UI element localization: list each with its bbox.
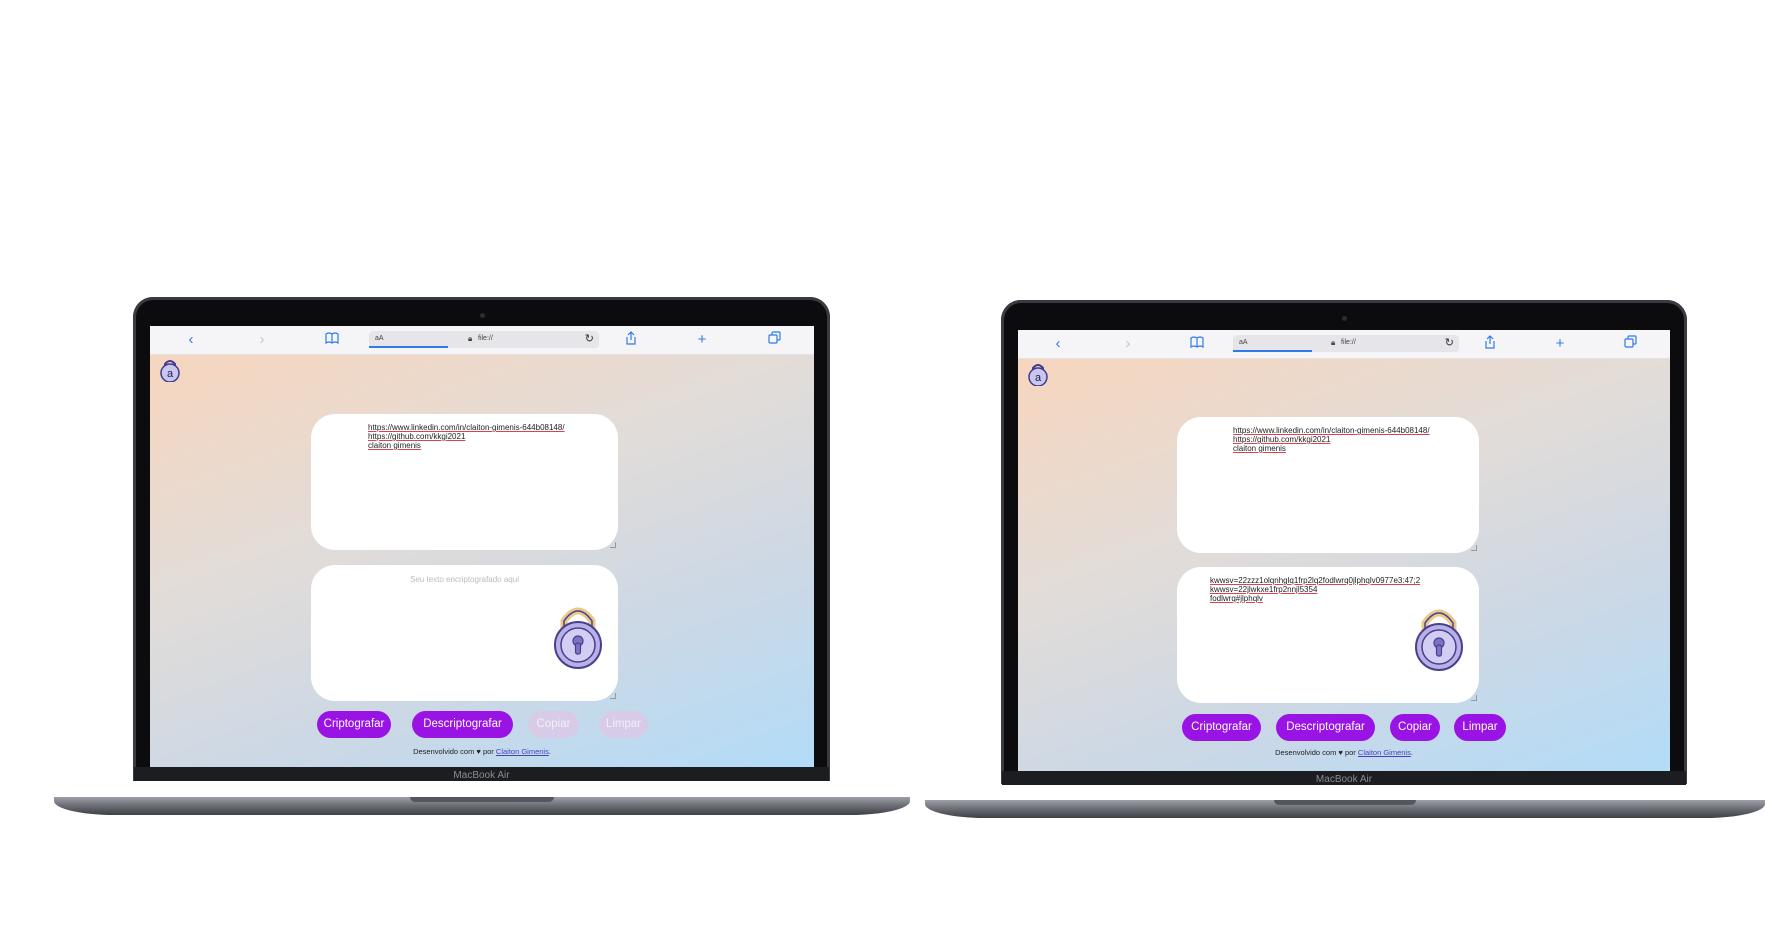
reader-aa-button[interactable]: aA: [375, 335, 384, 342]
logo-icon: a: [160, 360, 180, 382]
app-page: a https://www.linkedin.com/in/claiton-gi…: [150, 355, 814, 767]
laptop-screen: ‹ › aA 🔒︎ file:// ↻ + a https://www.link…: [150, 326, 814, 767]
input-text: https://www.linkedin.com/in/claiton-gime…: [368, 423, 565, 450]
encrypt-button[interactable]: Criptografar: [1182, 714, 1261, 741]
share-icon[interactable]: [1481, 335, 1499, 353]
laptop-notch: [410, 797, 554, 802]
footer-text: Desenvolvido com ♥ por: [1275, 748, 1356, 757]
padlock-icon: [1415, 609, 1463, 671]
svg-text:a: a: [167, 368, 174, 380]
tabs-icon[interactable]: [765, 331, 783, 349]
output-text: kwwsv=22zzz1olqnhglq1frp2lq2fodlwrq0jlph…: [1210, 576, 1421, 603]
author-link[interactable]: Claiton Gimenis: [1358, 748, 1411, 757]
footer: Desenvolvido com ♥ por Claiton Gimenis.: [150, 747, 814, 756]
laptop-base: [925, 800, 1765, 818]
input-text: https://www.linkedin.com/in/claiton-gime…: [1233, 426, 1430, 453]
encrypt-button[interactable]: Criptografar: [317, 711, 391, 738]
bookmarks-icon[interactable]: [1188, 335, 1206, 353]
camera-icon: [1342, 316, 1347, 321]
laptop-notch: [1274, 800, 1416, 805]
new-tab-icon[interactable]: +: [1551, 335, 1569, 353]
forward-icon[interactable]: ›: [1119, 335, 1137, 353]
copy-button[interactable]: Copiar: [528, 711, 579, 738]
decrypt-button[interactable]: Descriptografar: [412, 711, 513, 738]
laptop-screen: ‹ › aA 🔒︎ file:// ↻ + a https://www.link…: [1018, 330, 1670, 771]
padlock-icon: [554, 607, 602, 669]
copy-button[interactable]: Copiar: [1390, 714, 1440, 741]
reload-icon[interactable]: ↻: [585, 332, 594, 345]
laptop-hinge: MacBook Air: [134, 767, 829, 781]
url-text: file://: [478, 335, 493, 342]
app-page: a https://www.linkedin.com/in/claiton-gi…: [1018, 359, 1670, 771]
output-textarea[interactable]: kwwsv=22zzz1olqnhglq1frp2lq2fodlwrq0jlph…: [1177, 567, 1479, 703]
back-icon[interactable]: ‹: [1049, 335, 1067, 353]
footer-text: Desenvolvido com ♥ por: [413, 747, 494, 756]
footer: Desenvolvido com ♥ por Claiton Gimenis.: [1018, 748, 1670, 757]
resize-handle[interactable]: [1471, 695, 1477, 701]
resize-handle[interactable]: [1471, 545, 1477, 551]
model-label: MacBook Air: [453, 770, 510, 781]
resize-handle[interactable]: [610, 542, 616, 548]
input-textarea[interactable]: https://www.linkedin.com/in/claiton-gime…: [1177, 417, 1479, 553]
camera-icon: [479, 313, 485, 318]
address-bar[interactable]: aA 🔒︎ file:// ↻: [1233, 335, 1459, 352]
model-label: MacBook Air: [1315, 774, 1373, 785]
share-icon[interactable]: [622, 331, 640, 349]
tabs-icon[interactable]: [1621, 335, 1639, 353]
browser-toolbar: ‹ › aA 🔒︎ file:// ↻ +: [150, 326, 814, 355]
progress-line: [1233, 350, 1312, 352]
svg-text:a: a: [1035, 372, 1042, 384]
back-icon[interactable]: ‹: [182, 331, 200, 349]
laptop-hinge: MacBook Air: [1002, 771, 1686, 785]
lock-icon: 🔒︎: [468, 334, 473, 343]
input-textarea[interactable]: https://www.linkedin.com/in/claiton-gime…: [311, 414, 618, 550]
resize-handle[interactable]: [610, 693, 616, 699]
logo-icon: a: [1028, 364, 1048, 386]
forward-icon[interactable]: ›: [253, 331, 271, 349]
lock-icon: 🔒︎: [1331, 338, 1336, 347]
reload-icon[interactable]: ↻: [1445, 336, 1454, 349]
address-bar[interactable]: aA 🔒︎ file:// ↻: [369, 331, 599, 348]
new-tab-icon[interactable]: +: [693, 331, 711, 349]
footer-suffix: .: [1410, 748, 1413, 757]
clear-button[interactable]: Limpar: [1454, 714, 1506, 741]
output-placeholder: Seu texto encriptografado aqui: [410, 575, 519, 584]
reader-aa-button[interactable]: aA: [1239, 339, 1248, 346]
clear-button[interactable]: Limpar: [599, 711, 648, 738]
browser-toolbar: ‹ › aA 🔒︎ file:// ↻ +: [1018, 330, 1670, 359]
footer-suffix: .: [548, 747, 551, 756]
progress-line: [369, 346, 448, 348]
decrypt-button[interactable]: Descriptografar: [1276, 714, 1375, 741]
author-link[interactable]: Claiton Gimenis: [496, 747, 549, 756]
bookmarks-icon[interactable]: [323, 331, 341, 349]
output-textarea[interactable]: Seu texto encriptografado aqui: [311, 565, 618, 701]
url-text: file://: [1341, 339, 1356, 346]
laptop-base: [54, 797, 910, 815]
